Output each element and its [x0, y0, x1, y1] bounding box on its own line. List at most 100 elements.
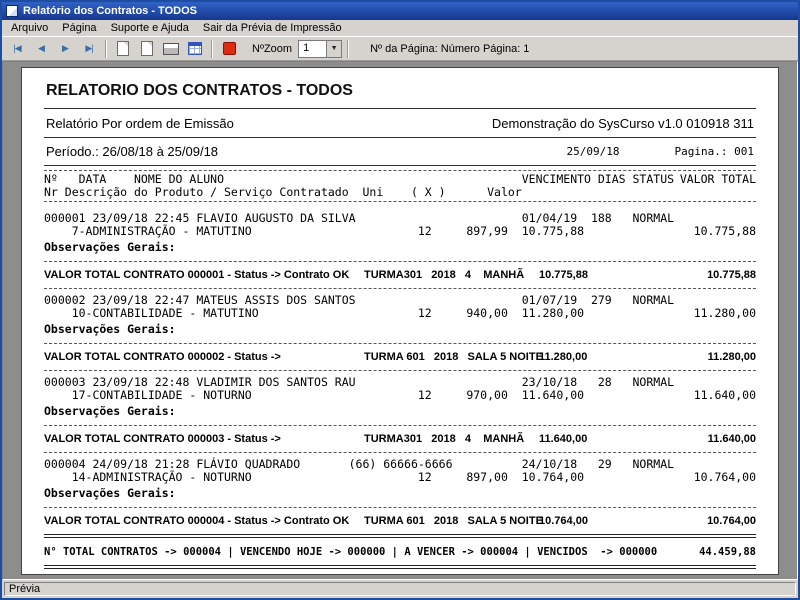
double-divider	[44, 565, 756, 569]
dashed-divider	[44, 370, 756, 371]
toolbar-separator	[347, 40, 349, 58]
contract-detail-left: 10-CONTABILIDADE - MATUTINO 12 940,00 11…	[44, 307, 584, 320]
contract-total-right: 10.775,88	[666, 269, 756, 281]
observations-label: Observações Gerais:	[44, 241, 756, 254]
contract-detail-total: 11.280,00	[694, 307, 756, 320]
double-divider	[44, 534, 756, 538]
status-bar: Prévia	[2, 580, 798, 598]
status-text: Prévia	[4, 582, 796, 596]
table-header: Nº DATA NOME DO ALUNO VENCIMENTO DIAS ST…	[44, 166, 756, 207]
contract-detail-total: 10.764,00	[694, 471, 756, 484]
dashed-divider	[44, 170, 756, 171]
contract-total-value: 11.640,00	[539, 433, 666, 445]
report-demo-label: Demonstração do SysCurso v1.0 010918 311	[492, 116, 754, 131]
observations-label: Observações Gerais:	[44, 487, 756, 500]
spacer	[44, 571, 756, 575]
dashed-divider	[44, 425, 756, 426]
report-grand-total: 44.459,88	[699, 546, 756, 558]
contract-detail-total: 11.640,00	[694, 389, 756, 402]
zoom-select[interactable]: 1 ▼	[298, 40, 342, 58]
dashed-divider	[44, 261, 756, 262]
print-preview-area[interactable]: RELATORIO DOS CONTRATOS - TODOS Relatóri…	[2, 61, 798, 580]
contract-block: 000003 23/09/18 22:48 VLADIMIR DOS SANTO…	[44, 376, 756, 453]
contract-detail-left: 14-ADMINISTRAÇÃO - NOTURNO 12 897,00 10.…	[44, 471, 584, 484]
contract-turma: TURMA301 2018 4 MANHÃ	[364, 269, 539, 281]
report-totals-text: N° TOTAL CONTRATOS -> 000004 | VENCENDO …	[44, 546, 657, 558]
contract-detail-left: 17-CONTABILIDADE - NOTURNO 12 970,00 11.…	[44, 389, 584, 402]
window-title: Relatório dos Contratos - TODOS	[23, 5, 197, 17]
contract-total-value: 11.280,00	[539, 351, 666, 363]
close-preview-button[interactable]	[218, 39, 240, 59]
contract-block: 000004 24/09/18 21:28 FLÁVIO QUADRADO (6…	[44, 458, 756, 532]
page-width-button[interactable]	[136, 39, 158, 59]
setup-button[interactable]	[184, 39, 206, 59]
report-subtitle-row: Relatório Por ordem de Emissão Demonstra…	[44, 109, 756, 137]
report-print-date: 25/09/18	[567, 145, 620, 158]
nav-first-button[interactable]: |◀	[6, 39, 28, 59]
contract-total-label: VALOR TOTAL CONTRATO 000001 - Status -> …	[44, 269, 364, 281]
contract-turma: TURMA301 2018 4 MANHÃ	[364, 433, 539, 445]
app-icon	[6, 5, 18, 17]
contract-total-right: 10.764,00	[666, 515, 756, 527]
observations-label: Observações Gerais:	[44, 405, 756, 418]
contract-total-label: VALOR TOTAL CONTRATO 000002 - Status ->	[44, 351, 364, 363]
report-title: RELATORIO DOS CONTRATOS - TODOS	[44, 76, 756, 108]
print-button[interactable]	[160, 39, 182, 59]
page-number-label: Nº da Página: Número Página: 1	[370, 43, 529, 55]
zoom-value: 1	[299, 41, 326, 57]
dashed-divider	[44, 288, 756, 289]
contract-detail-left: 7-ADMINISTRAÇÃO - MATUTINO 12 897,99 10.…	[44, 225, 584, 238]
nav-next-button[interactable]: ▶	[54, 39, 76, 59]
contract-total-row: VALOR TOTAL CONTRATO 000001 - Status -> …	[44, 264, 756, 286]
contract-turma: TURMA 601 2018 SALA 5 NOITE	[364, 351, 539, 363]
nav-prev-button[interactable]: ◀	[30, 39, 52, 59]
menu-item-pagina[interactable]: Página	[55, 21, 103, 35]
contract-total-value: 10.775,88	[539, 269, 666, 281]
page-width-icon	[141, 41, 153, 56]
whole-page-button[interactable]	[112, 39, 134, 59]
app-window: Relatório dos Contratos - TODOS Arquivo …	[0, 0, 800, 600]
last-page-icon: ▶|	[85, 43, 92, 54]
contract-detail-row: 10-CONTABILIDADE - MATUTINO 12 940,00 11…	[44, 307, 756, 320]
column-header-valor-total: VALOR TOTAL	[680, 173, 756, 186]
contract-total-right: 11.280,00	[666, 351, 756, 363]
toolbar-separator	[211, 40, 213, 58]
dashed-divider	[44, 452, 756, 453]
dashed-divider	[44, 343, 756, 344]
window-titlebar: Relatório dos Contratos - TODOS	[2, 2, 798, 20]
column-header-row-2: Nr Descrição do Produto / Serviço Contra…	[44, 186, 756, 199]
contract-detail-row: 14-ADMINISTRAÇÃO - NOTURNO 12 897,00 10.…	[44, 471, 756, 484]
next-page-icon: ▶	[62, 43, 68, 54]
report-order-label: Relatório Por ordem de Emissão	[46, 116, 234, 131]
whole-page-icon	[117, 41, 129, 56]
contract-block: 000002 23/09/18 22:47 MATEUS ASSIS DOS S…	[44, 294, 756, 371]
contract-block: 000001 23/09/18 22:45 FLAVIO AUGUSTO DA …	[44, 212, 756, 289]
contract-detail-row: 17-CONTABILIDADE - NOTURNO 12 970,00 11.…	[44, 389, 756, 402]
chevron-down-icon[interactable]: ▼	[326, 41, 341, 57]
contract-detail-row: 7-ADMINISTRAÇÃO - MATUTINO 12 897,99 10.…	[44, 225, 756, 238]
observations-label: Observações Gerais:	[44, 323, 756, 336]
contract-total-row: VALOR TOTAL CONTRATO 000003 - Status -> …	[44, 428, 756, 450]
contract-total-row: VALOR TOTAL CONTRATO 000004 - Status -> …	[44, 510, 756, 532]
prev-page-icon: ◀	[38, 43, 44, 54]
report-period: Período.: 26/08/18 à 25/09/18	[46, 144, 218, 159]
stop-icon	[223, 42, 236, 55]
contract-total-row: VALOR TOTAL CONTRATO 000002 - Status -> …	[44, 346, 756, 368]
nav-last-button[interactable]: ▶|	[78, 39, 100, 59]
contract-total-label: VALOR TOTAL CONTRATO 000003 - Status ->	[44, 433, 364, 445]
dashed-divider	[44, 507, 756, 508]
menu-item-suporte[interactable]: Suporte e Ajuda	[104, 21, 196, 35]
report-period-row: Período.: 26/08/18 à 25/09/18 25/09/18 P…	[44, 138, 756, 165]
contract-total-label: VALOR TOTAL CONTRATO 000004 - Status -> …	[44, 515, 364, 527]
contract-total-value: 10.764,00	[539, 515, 666, 527]
menu-item-arquivo[interactable]: Arquivo	[4, 21, 55, 35]
toolbar-separator	[105, 40, 107, 58]
printer-icon	[163, 43, 179, 55]
contract-detail-total: 10.775,88	[694, 225, 756, 238]
zoom-label: NºZoom	[252, 43, 292, 55]
report-totals-row: N° TOTAL CONTRATOS -> 000004 | VENCENDO …	[44, 540, 756, 563]
menu-item-sair-previa[interactable]: Sair da Prévia de Impressão	[196, 21, 349, 35]
dashed-divider	[44, 201, 756, 202]
toolbar: |◀ ◀ ▶ ▶| NºZoom 1 ▼ Nº da Página: Númer…	[2, 36, 798, 61]
grid-icon	[188, 42, 202, 55]
